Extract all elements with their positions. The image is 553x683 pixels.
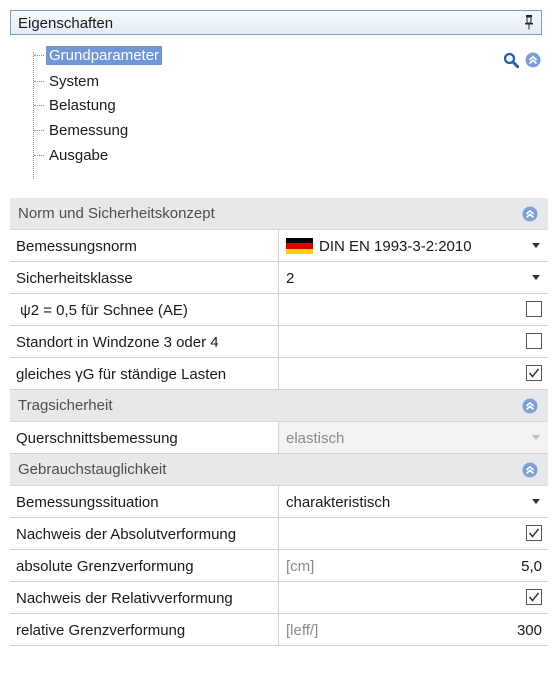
property-label: Nachweis der Relativverformung xyxy=(16,590,233,607)
tree-item-label: Belastung xyxy=(49,97,116,114)
property-grid: Norm und Sicherheitskonzept Bemessungsno… xyxy=(10,198,548,646)
row-bemessungssituation: Bemessungssituation charakteristisch xyxy=(10,486,548,518)
properties-header: Eigenschaften xyxy=(10,10,542,35)
tree-item-label: System xyxy=(49,73,100,90)
tree-item-label: Grundparameter xyxy=(46,46,163,65)
panel-title: Eigenschaften xyxy=(18,15,114,32)
property-label: absolute Grenzverformung xyxy=(16,558,194,575)
property-label: Sicherheitsklasse xyxy=(16,270,133,287)
select-value: DIN EN 1993-3-2:2010 xyxy=(319,238,472,255)
section-title: Tragsicherheit xyxy=(18,397,113,414)
property-label: relative Grenzverformung xyxy=(16,622,186,639)
property-label: Standort in Windzone 3 oder 4 xyxy=(16,334,219,351)
value-cell xyxy=(278,326,548,357)
absolut-grenz-input[interactable]: [cm] 5,0 xyxy=(278,550,548,581)
section-title: Norm und Sicherheitskonzept xyxy=(18,205,215,222)
property-label: ψ2 = 0,5 für Schnee (AE) xyxy=(20,302,188,319)
checkmark-icon xyxy=(528,592,540,602)
checkmark-icon xyxy=(528,528,540,538)
select-value: charakteristisch xyxy=(286,494,391,511)
property-label: Bemessungssituation xyxy=(16,494,159,511)
querschnitt-select: elastisch xyxy=(278,422,548,453)
value-cell xyxy=(278,294,548,325)
property-label: gleiches γG für ständige Lasten xyxy=(16,366,227,383)
tree-line xyxy=(33,52,34,179)
tree-item-label: Bemessung xyxy=(49,122,129,139)
absolut-nachweis-checkbox[interactable] xyxy=(526,525,542,541)
dropdown-arrow-icon xyxy=(532,435,540,440)
numeric-value: 5,0 xyxy=(521,558,542,575)
property-label: Nachweis der Absolutverformung xyxy=(16,526,237,543)
row-absolut-nachweis: Nachweis der Absolutverformung xyxy=(10,518,548,550)
row-psi2-schnee: ψ2 = 0,5 für Schnee (AE) xyxy=(10,294,548,326)
row-sicherheitsklasse: Sicherheitsklasse 2 xyxy=(10,262,548,294)
numeric-value: 300 xyxy=(516,622,542,639)
row-relativ-grenz: relative Grenzverformung [leff/] 300 xyxy=(10,614,548,646)
sicherheitsklasse-select[interactable]: 2 xyxy=(278,262,548,293)
value-cell xyxy=(278,582,548,613)
row-querschnittsbemessung: Querschnittsbemessung elastisch xyxy=(10,422,548,454)
property-label: Querschnittsbemessung xyxy=(16,430,178,447)
property-label: Bemessungsnorm xyxy=(16,238,137,255)
select-value: elastisch xyxy=(286,430,345,447)
navigation-tree: Grundparameter System Belastung Bemessun… xyxy=(0,42,553,192)
germany-flag-icon xyxy=(286,238,313,254)
dropdown-arrow-icon[interactable] xyxy=(532,243,540,248)
section-title: Gebrauchstauglichkeit xyxy=(18,461,167,478)
collapse-section-icon[interactable] xyxy=(522,462,538,478)
row-windzone: Standort in Windzone 3 oder 4 xyxy=(10,326,548,358)
gleiches-gamma-checkbox[interactable] xyxy=(526,365,542,381)
row-bemessungsnorm: Bemessungsnorm DIN EN 1993-3-2:2010 xyxy=(10,230,548,262)
tree-item-label: Ausgabe xyxy=(49,147,109,164)
collapse-all-icon[interactable] xyxy=(525,52,541,68)
section-norm-header[interactable]: Norm und Sicherheitskonzept xyxy=(10,198,548,230)
relativ-grenz-input[interactable]: [leff/] 300 xyxy=(278,614,548,645)
bemessungsnorm-select[interactable]: DIN EN 1993-3-2:2010 xyxy=(278,230,548,261)
search-icon[interactable] xyxy=(503,52,519,68)
row-gleiches-gamma: gleiches γG für ständige Lasten xyxy=(10,358,548,390)
section-trag-header[interactable]: Tragsicherheit xyxy=(10,390,548,422)
unit-label: [leff/] xyxy=(286,622,319,639)
dropdown-arrow-icon[interactable] xyxy=(532,275,540,280)
psi2-checkbox[interactable] xyxy=(526,301,542,317)
row-absolut-grenz: absolute Grenzverformung [cm] 5,0 xyxy=(10,550,548,582)
row-relativ-nachweis: Nachweis der Relativverformung xyxy=(10,582,548,614)
bemessungssituation-select[interactable]: charakteristisch xyxy=(278,486,548,517)
windzone-checkbox[interactable] xyxy=(526,333,542,349)
relativ-nachweis-checkbox[interactable] xyxy=(526,589,542,605)
section-gebrauch-header[interactable]: Gebrauchstauglichkeit xyxy=(10,454,548,486)
pin-icon[interactable] xyxy=(523,14,535,30)
collapse-section-icon[interactable] xyxy=(522,206,538,222)
select-value: 2 xyxy=(286,270,295,287)
dropdown-arrow-icon[interactable] xyxy=(532,499,540,504)
unit-label: [cm] xyxy=(286,558,315,575)
checkmark-icon xyxy=(528,368,540,378)
collapse-section-icon[interactable] xyxy=(522,398,538,414)
value-cell xyxy=(278,358,548,389)
value-cell xyxy=(278,518,548,549)
